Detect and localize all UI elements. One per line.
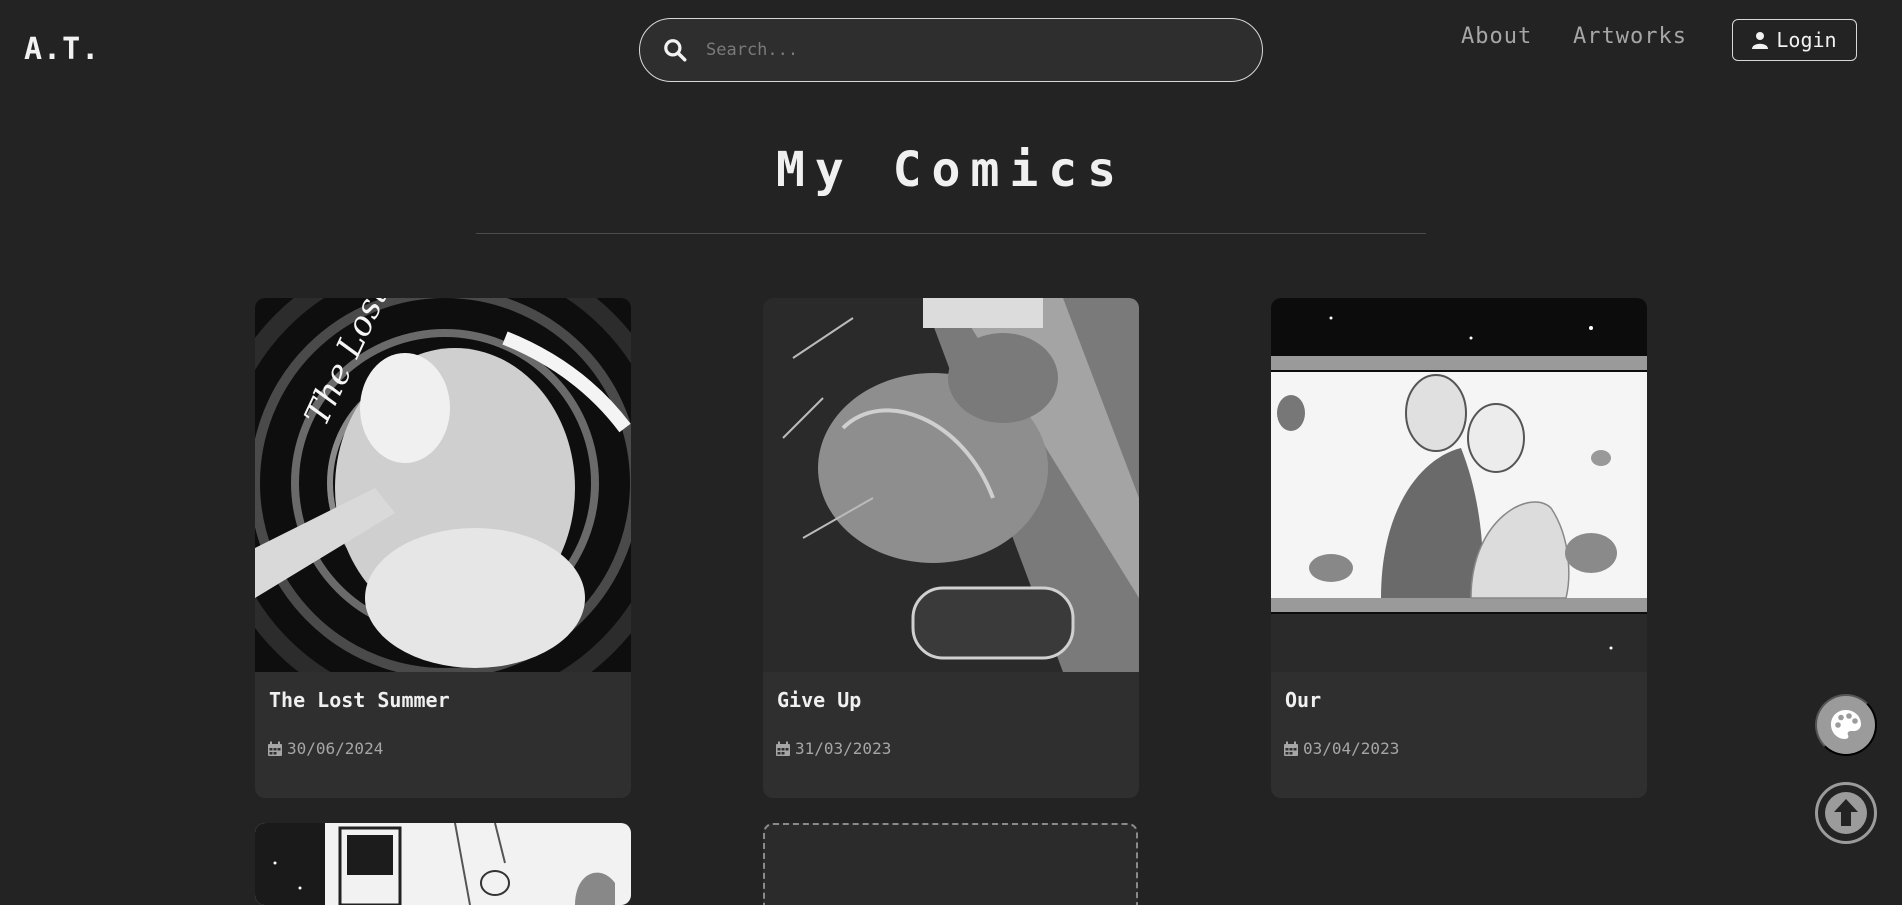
search-bar[interactable]: [639, 18, 1263, 82]
comic-cover-image: [255, 823, 631, 905]
search-input[interactable]: [706, 40, 1262, 60]
arrow-up-circle-icon: [1825, 792, 1867, 834]
calendar-icon: [1284, 741, 1298, 756]
scroll-to-top-button[interactable]: [1815, 782, 1877, 844]
comic-date-text: 30/06/2024: [287, 739, 384, 758]
palette-icon: [1831, 710, 1861, 739]
login-label: Login: [1776, 28, 1837, 52]
page-title: My Comics: [775, 142, 1127, 198]
comic-title[interactable]: The Lost Summer: [269, 688, 450, 712]
comic-date-text: 31/03/2023: [795, 739, 892, 758]
comic-date: 30/06/2024: [267, 739, 383, 758]
nav-link-about[interactable]: About: [1461, 24, 1532, 49]
user-icon: [1752, 32, 1769, 49]
search-icon: [664, 39, 687, 62]
comic-cover-image: The Lost: [255, 298, 631, 672]
comic-date: 31/03/2023: [775, 739, 891, 758]
comic-cover-image: [1271, 298, 1647, 672]
comic-date: 03/04/2023: [1283, 739, 1399, 758]
comic-card-give-up[interactable]: Give Up 31/03/2023: [763, 298, 1139, 798]
title-divider: [476, 233, 1426, 234]
comic-card-partial[interactable]: [255, 823, 631, 905]
comic-cover-image: [763, 298, 1139, 672]
comic-card-placeholder: [763, 823, 1138, 905]
comic-card-the-lost-summer[interactable]: The Lost The Lost Summer 30/06/2024: [255, 298, 631, 798]
comic-title[interactable]: Give Up: [777, 688, 861, 712]
nav-link-artworks[interactable]: Artworks: [1573, 24, 1687, 49]
login-button[interactable]: Login: [1732, 19, 1857, 61]
theme-palette-button[interactable]: [1815, 694, 1877, 756]
comic-card-our[interactable]: Our 03/04/2023: [1271, 298, 1647, 798]
calendar-icon: [268, 741, 282, 756]
comic-date-text: 03/04/2023: [1303, 739, 1400, 758]
comic-title[interactable]: Our: [1285, 688, 1321, 712]
site-logo[interactable]: A.T.: [24, 32, 100, 67]
calendar-icon: [776, 741, 790, 756]
